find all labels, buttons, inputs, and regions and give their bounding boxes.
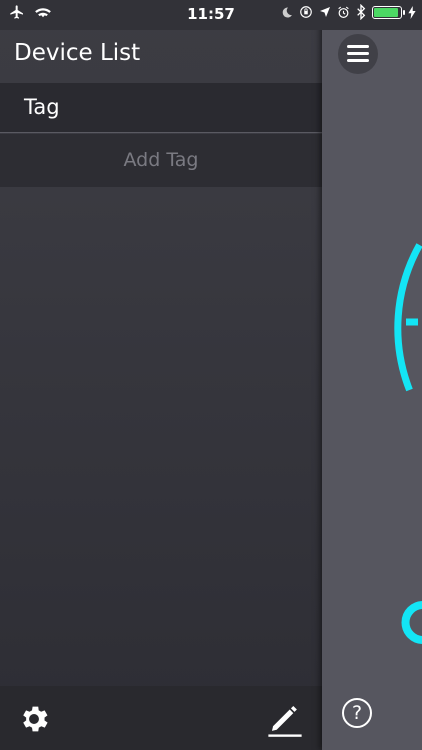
location-icon — [320, 7, 330, 17]
add-tag-button[interactable]: Add Tag — [0, 134, 322, 187]
list-item-label: Tag — [24, 95, 60, 119]
status-bar: 11:57 — [0, 0, 422, 30]
add-tag-label: Add Tag — [123, 149, 199, 171]
help-glyph: ? — [351, 702, 363, 724]
bluetooth-icon — [357, 4, 366, 20]
list-item-tag[interactable]: Tag — [0, 83, 322, 133]
ring-gauge-icon — [394, 243, 422, 644]
pencil-icon[interactable] — [266, 700, 304, 738]
drawer-title: Device List — [14, 40, 141, 66]
drawer-footer — [0, 686, 322, 750]
charging-icon — [408, 5, 416, 19]
gear-icon[interactable] — [17, 702, 51, 736]
device-list-drawer: Device List Tag Add Tag — [0, 0, 322, 750]
battery-icon — [372, 5, 405, 19]
orientation-lock-icon — [300, 6, 312, 18]
help-icon[interactable]: ? — [342, 698, 372, 728]
main-panel: ? — [322, 0, 422, 750]
moon-icon — [282, 6, 292, 17]
alarm-icon — [338, 6, 349, 18]
